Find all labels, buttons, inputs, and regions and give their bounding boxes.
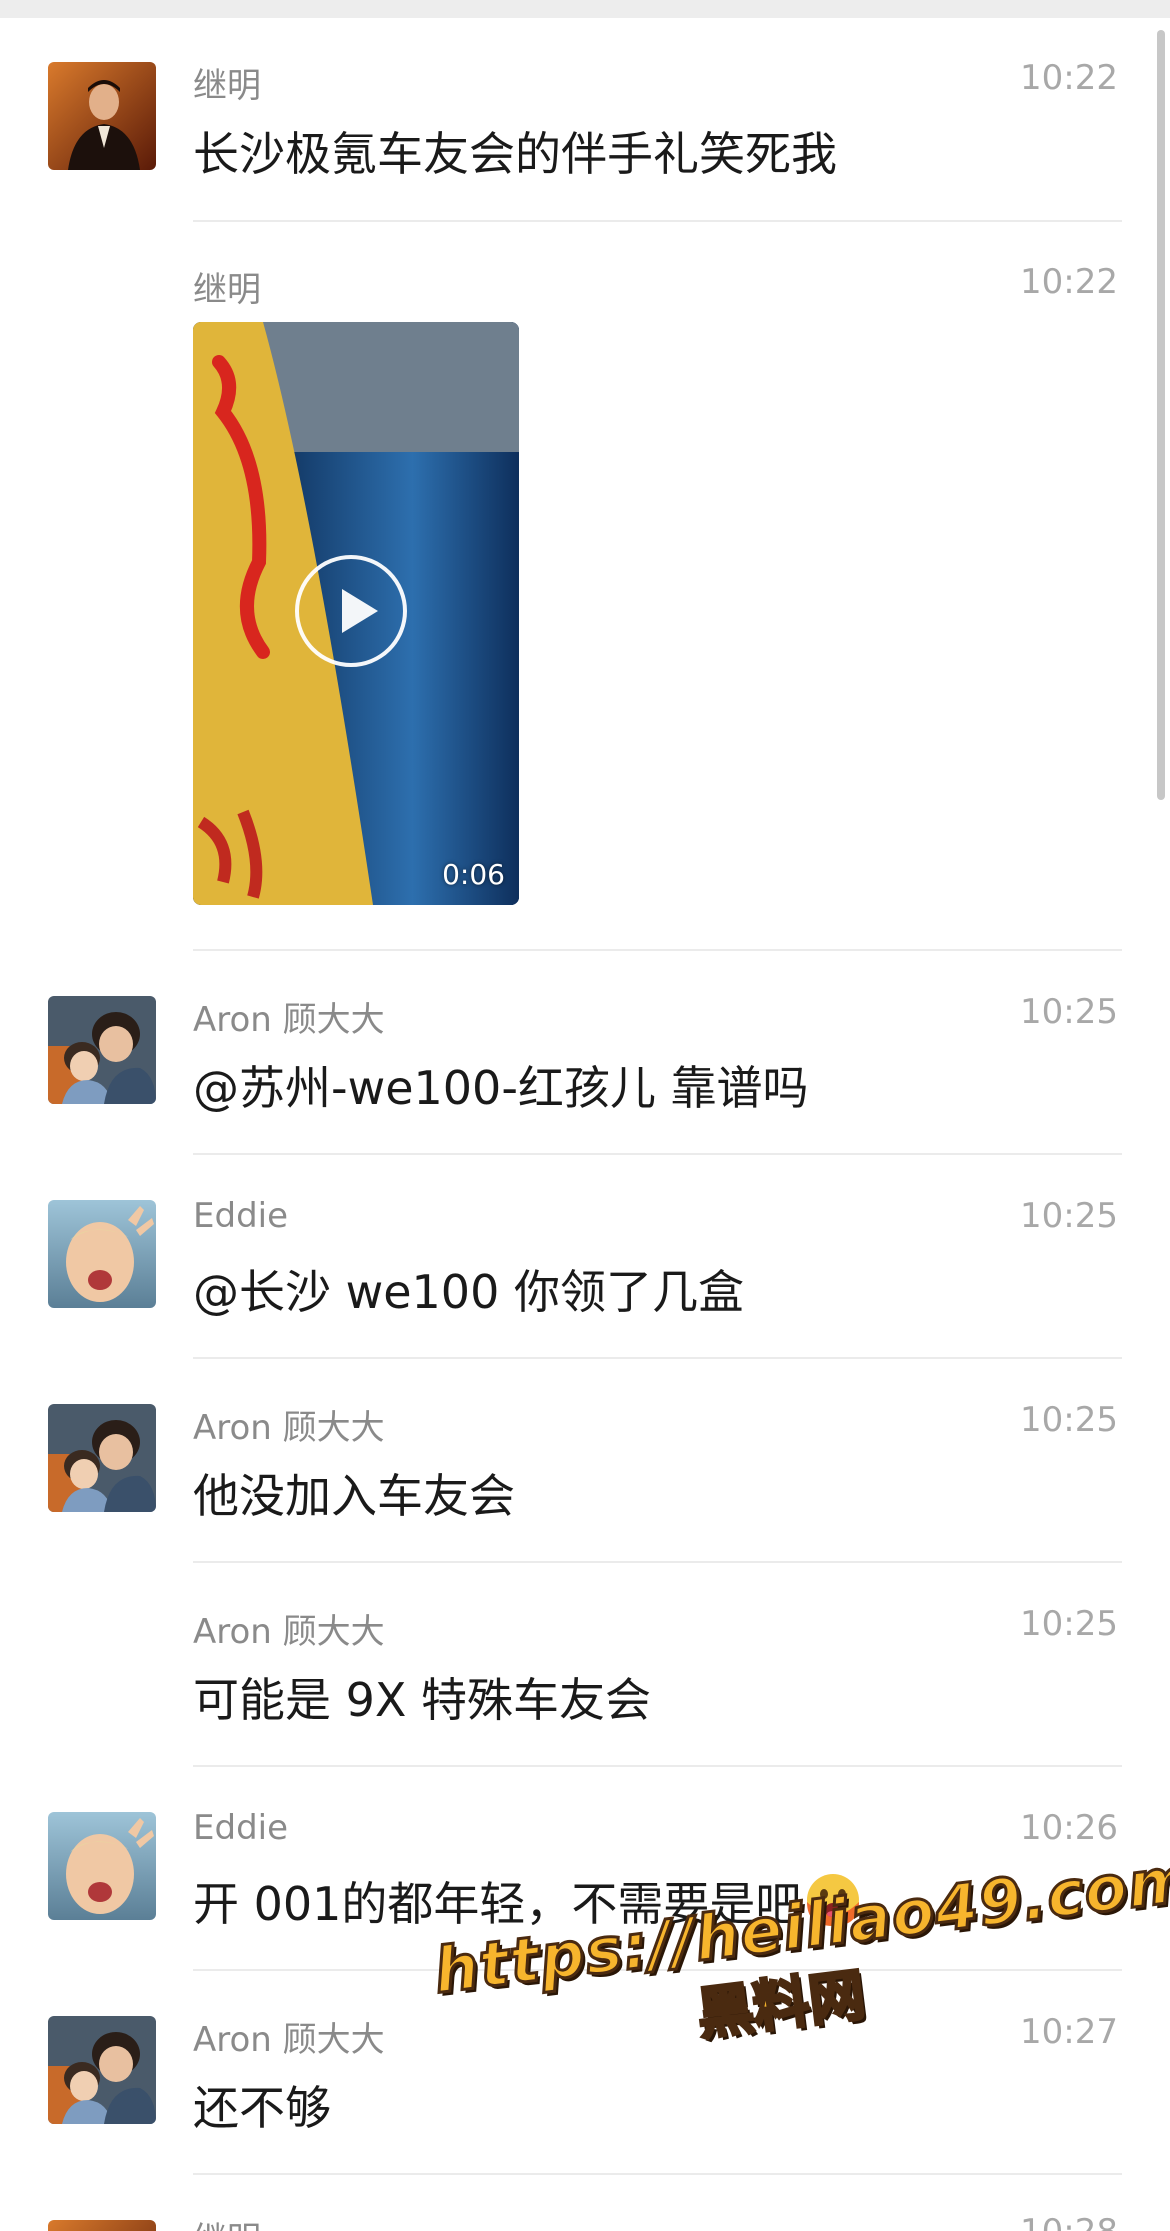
- message-time: 10:26: [1020, 1808, 1118, 1848]
- message-text[interactable]: 还不够: [193, 2072, 331, 2138]
- sender-name: Aron 顾大大: [193, 1612, 385, 1652]
- avatar-jiming[interactable]: [48, 2220, 156, 2231]
- message-time: 10:25: [1020, 1604, 1118, 1644]
- message-time: 10:22: [1020, 58, 1118, 98]
- sender-name: 继明: [193, 66, 261, 106]
- message-time: 10:25: [1020, 1196, 1118, 1236]
- sender-name: 继明: [193, 2212, 261, 2231]
- message-time: 10:28: [1020, 2212, 1118, 2231]
- sender-name: Aron 顾大大: [193, 1408, 385, 1448]
- sender-name: Aron 顾大大: [193, 2020, 385, 2060]
- avatar-aron[interactable]: [48, 1404, 156, 1512]
- message-text[interactable]: 他没加入车友会: [193, 1460, 515, 1526]
- divider: [193, 1561, 1122, 1563]
- video-duration: 0:06: [442, 858, 505, 891]
- avatar-eddie[interactable]: [48, 1812, 156, 1920]
- divider: [193, 220, 1122, 222]
- divider: [193, 949, 1122, 951]
- message-time: 10:25: [1020, 992, 1118, 1032]
- message-time: 10:25: [1020, 1400, 1118, 1440]
- divider: [193, 1765, 1122, 1767]
- message-time: 10:22: [1020, 262, 1118, 302]
- sender-name: Eddie: [193, 1196, 289, 1236]
- sender-name: 继明: [193, 270, 261, 310]
- divider: [193, 1153, 1122, 1155]
- divider: [193, 1357, 1122, 1359]
- avatar-eddie[interactable]: [48, 1200, 156, 1308]
- video-thumbnail[interactable]: 0:06: [193, 322, 519, 905]
- chat-history-screen: 继明 10:22 长沙极氪车友会的伴手礼笑死我 继明 10:22 0:06 Ar…: [0, 0, 1170, 2231]
- sender-name: Eddie: [193, 1808, 289, 1848]
- play-button[interactable]: [295, 555, 407, 667]
- avatar-aron[interactable]: [48, 996, 156, 1104]
- avatar-jiming[interactable]: [48, 62, 156, 170]
- message-time: 10:27: [1020, 2012, 1118, 2052]
- sender-name: Aron 顾大大: [193, 1000, 385, 1040]
- message-text[interactable]: @长沙 we100 你领了几盒: [193, 1256, 744, 1322]
- avatar-aron[interactable]: [48, 2016, 156, 2124]
- message-text[interactable]: 可能是 9X 特殊车友会: [193, 1664, 651, 1730]
- play-icon: [342, 589, 378, 633]
- top-bar: [0, 0, 1170, 18]
- scrollbar[interactable]: [1157, 30, 1165, 800]
- message-text[interactable]: @苏州-we100-红孩儿 靠谱吗: [193, 1052, 809, 1118]
- message-text[interactable]: 长沙极氪车友会的伴手礼笑死我: [193, 118, 837, 184]
- divider: [193, 2173, 1122, 2175]
